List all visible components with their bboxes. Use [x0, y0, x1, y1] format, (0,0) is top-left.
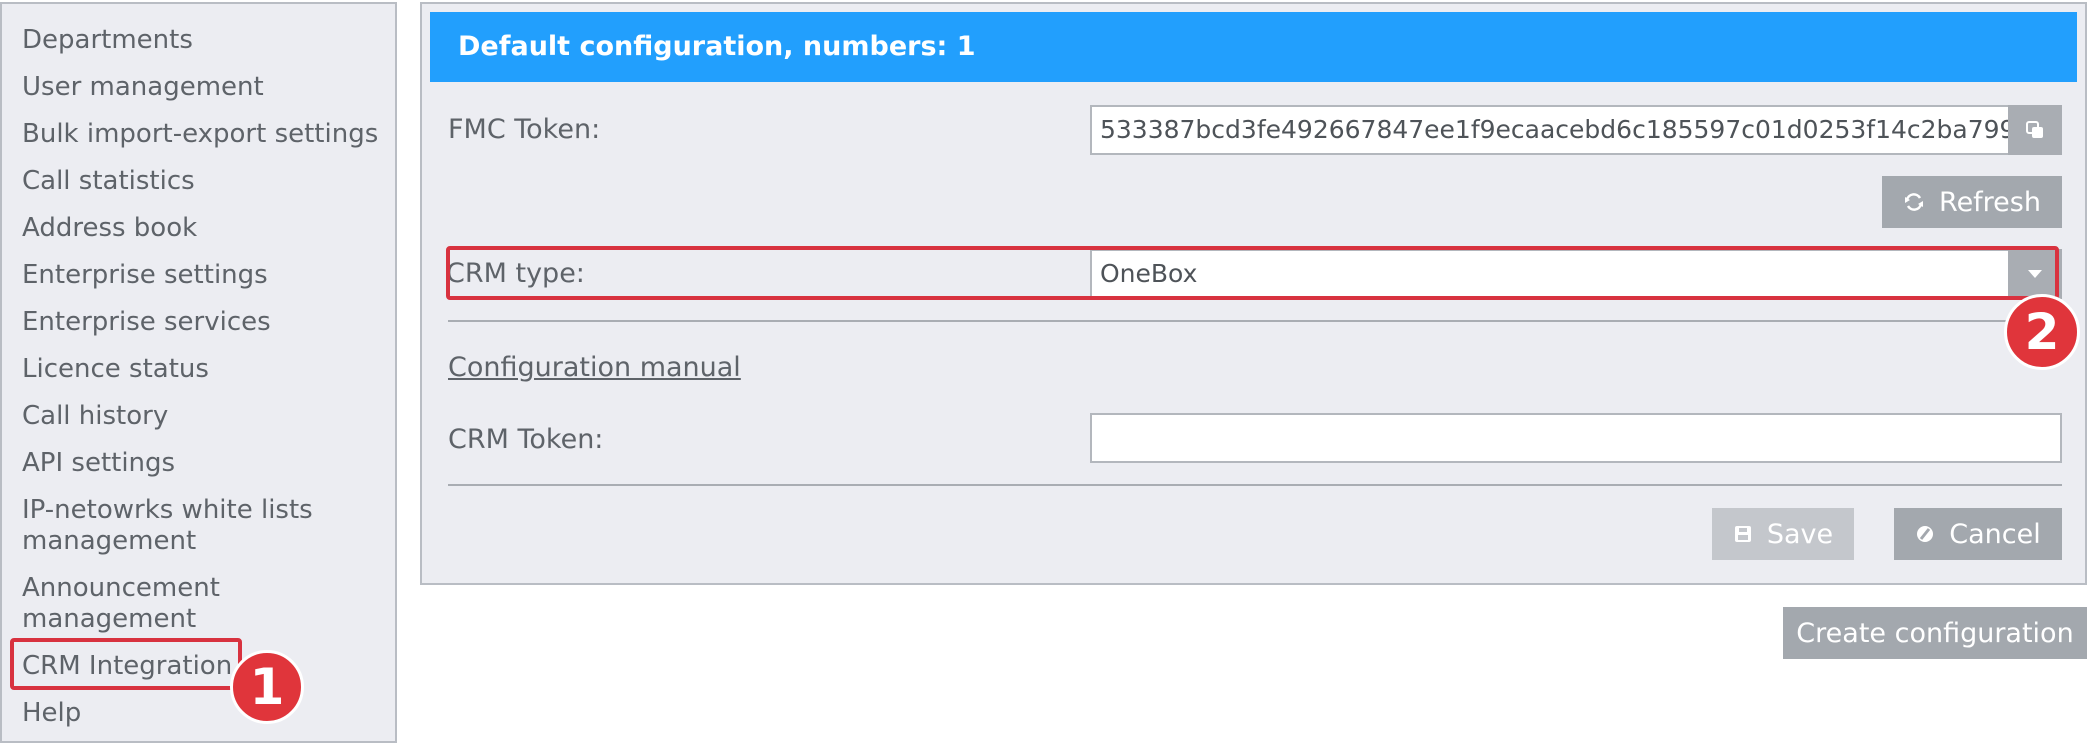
- save-button[interactable]: Save: [1712, 508, 1854, 560]
- ban-icon: [1917, 526, 1934, 542]
- sidebar-item-user-management[interactable]: User management: [22, 72, 264, 103]
- sidebar-item-enterprise-settings[interactable]: Enterprise settings: [22, 260, 268, 291]
- sidebar-item-departments[interactable]: Departments: [22, 25, 193, 56]
- refresh-button[interactable]: Refresh: [1882, 176, 2062, 228]
- copy-icon: [2026, 121, 2043, 138]
- annotation-badge-2: 2: [2004, 294, 2080, 370]
- divider-top: [448, 320, 2062, 322]
- sidebar-item-call-history[interactable]: Call history: [22, 401, 168, 432]
- save-label: Save: [1766, 518, 1834, 550]
- refresh-icon: [1905, 193, 1924, 211]
- crm-token-input[interactable]: [1090, 413, 2062, 463]
- sidebar-item-ip-white-lists[interactable]: IP-netowrks white lists management: [22, 495, 313, 557]
- panel-header: Default configuration, numbers: 1: [430, 12, 2077, 82]
- fmc-token-field[interactable]: 533387bcd3fe492667847ee1f9ecaacebd6c1855…: [1090, 105, 2010, 155]
- fmc-token-label: FMC Token:: [448, 114, 601, 145]
- divider-bottom: [448, 484, 2062, 486]
- sidebar-item-api-settings[interactable]: API settings: [22, 448, 175, 479]
- crm-token-label: CRM Token:: [448, 424, 604, 455]
- sidebar-item-call-statistics[interactable]: Call statistics: [22, 166, 195, 197]
- highlight-crm-type: [446, 246, 2059, 300]
- refresh-label: Refresh: [1939, 186, 2041, 218]
- create-configuration-button[interactable]: Create configuration: [1783, 607, 2087, 659]
- sidebar-item-help[interactable]: Help: [22, 698, 81, 729]
- cancel-label: Cancel: [1949, 518, 2041, 550]
- copy-token-button[interactable]: [2008, 105, 2062, 155]
- cancel-button[interactable]: Cancel: [1894, 508, 2062, 560]
- configuration-manual-link[interactable]: Configuration manual: [448, 352, 741, 383]
- sidebar-item-licence-status[interactable]: Licence status: [22, 354, 209, 385]
- sidebar: Departments User management Bulk import-…: [0, 2, 397, 743]
- sidebar-item-address-book[interactable]: Address book: [22, 213, 197, 244]
- floppy-disk-icon: [1734, 526, 1751, 542]
- highlight-crm-integration: [10, 638, 242, 690]
- sidebar-item-announcement-management[interactable]: Announcement management: [22, 573, 220, 635]
- annotation-badge-1: 1: [230, 650, 304, 724]
- create-configuration-label: Create configuration: [1796, 617, 2074, 649]
- sidebar-item-bulk-import-export[interactable]: Bulk import-export settings: [22, 119, 378, 150]
- sidebar-item-enterprise-services[interactable]: Enterprise services: [22, 307, 271, 338]
